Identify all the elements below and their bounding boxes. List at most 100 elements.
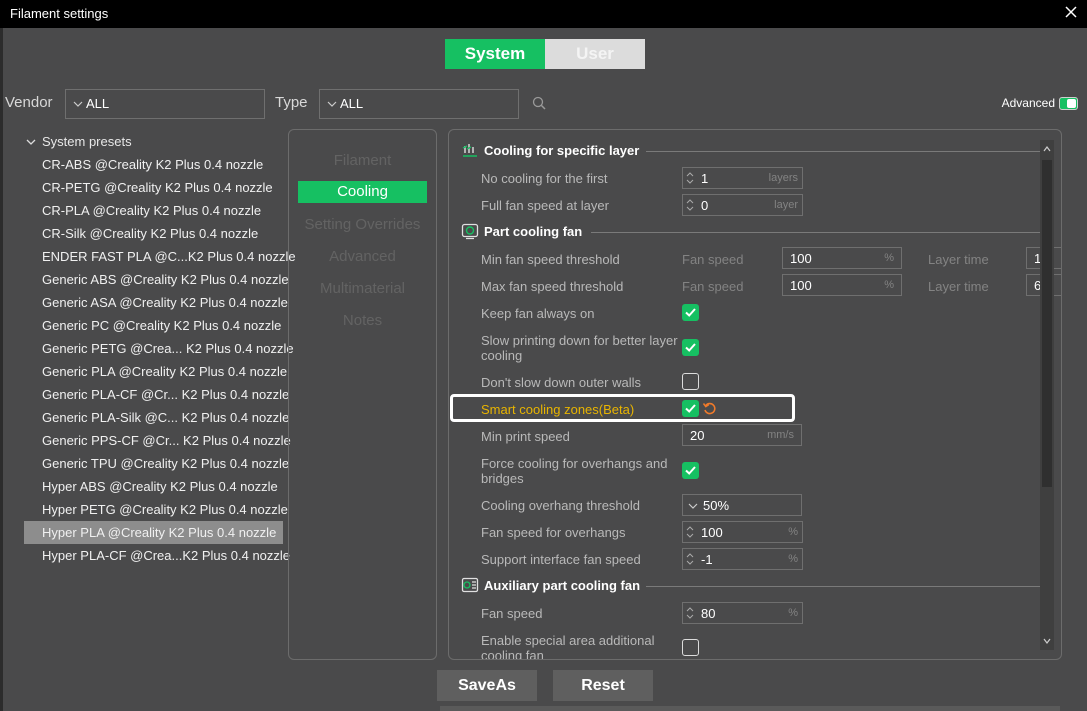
preset-item[interactable]: CR-Silk @Creality K2 Plus 0.4 nozzle (24, 222, 283, 245)
section-divider (646, 151, 1041, 152)
preset-item[interactable]: Generic ABS @Creality K2 Plus 0.4 nozzle (24, 268, 289, 291)
min-print-speed-input[interactable]: 20 mm/s (682, 424, 802, 446)
aux-fan-speed-label: Fan speed (481, 606, 543, 621)
special-area-checkbox[interactable] (682, 639, 699, 656)
keep-fan-checkbox[interactable] (682, 304, 699, 321)
min-fan-speed-sublabel: Fan speed (682, 252, 744, 267)
settings-scrollbar[interactable] (1040, 140, 1054, 650)
tab-advanced[interactable]: Advanced (289, 248, 436, 265)
advanced-label: Advanced (1001, 96, 1055, 110)
support-fan-input[interactable]: -1 % (682, 548, 803, 570)
user-mode-button[interactable]: User (545, 39, 645, 69)
min-print-speed-unit: mm/s (767, 429, 794, 441)
overhang-threshold-combo[interactable]: 50% (682, 494, 802, 516)
presets-root-label: System presets (42, 134, 132, 149)
min-print-speed-value: 20 (690, 428, 705, 443)
spinner-arrows-icon[interactable] (686, 198, 694, 212)
overhang-threshold-label: Cooling overhang threshold (481, 498, 640, 513)
section-divider (646, 586, 1041, 587)
max-fan-speed-sublabel: Fan speed (682, 279, 744, 294)
reset-button[interactable]: Reset (553, 670, 653, 701)
tab-setting-overrides[interactable]: Setting Overrides (289, 216, 436, 233)
check-icon (685, 343, 696, 352)
close-icon[interactable] (1063, 4, 1079, 20)
vendor-label: Vendor (5, 94, 53, 111)
keep-fan-label: Keep fan always on (481, 306, 595, 321)
type-combo[interactable]: ALL (319, 89, 519, 119)
settings-tabs: Filament Cooling Setting Overrides Advan… (288, 129, 437, 660)
type-label: Type (275, 94, 308, 111)
spinner-arrows-icon[interactable] (686, 552, 694, 566)
preset-item[interactable]: Generic ASA @Creality K2 Plus 0.4 nozzle (24, 291, 288, 314)
tab-multimaterial[interactable]: Multimaterial (289, 280, 436, 297)
overhang-threshold-value: 50% (703, 498, 730, 513)
section-divider (591, 232, 1041, 233)
force-cooling-label: Force cooling for overhangs and bridges (481, 456, 668, 486)
no-cooling-label: No cooling for the first (481, 171, 608, 186)
section-title: Part cooling fan (484, 224, 583, 239)
preset-item[interactable]: CR-PETG @Creality K2 Plus 0.4 nozzle (24, 176, 283, 199)
check-icon (685, 308, 696, 317)
preset-item[interactable]: Hyper PETG @Creality K2 Plus 0.4 nozzle (24, 498, 288, 521)
no-cooling-value: 1 (701, 171, 709, 186)
preset-item[interactable]: Generic PC @Creality K2 Plus 0.4 nozzle (24, 314, 283, 337)
scrollbar-thumb[interactable] (1042, 160, 1052, 487)
overhang-fan-input[interactable]: 100 % (682, 521, 803, 543)
min-fan-speed-input[interactable]: 100 % (782, 247, 902, 269)
preset-item[interactable]: Generic PETG @Crea... K2 Plus 0.4 nozzle (24, 337, 294, 360)
support-fan-value: -1 (701, 552, 713, 567)
no-cooling-unit: layers (768, 172, 798, 184)
full-fan-label: Full fan speed at layer (481, 198, 609, 213)
max-layer-time-sublabel: Layer time (928, 279, 989, 294)
preset-item[interactable]: Generic PPS-CF @Cr... K2 Plus 0.4 nozzle (24, 429, 291, 452)
aux-fan-speed-input[interactable]: 80 % (682, 602, 803, 624)
presets-root[interactable]: System presets (24, 133, 284, 153)
no-cooling-input[interactable]: 1 layers (682, 167, 803, 189)
mode-switch: System User (445, 39, 645, 69)
preset-item[interactable]: ENDER FAST PLA @C...K2 Plus 0.4 nozzle (24, 245, 296, 268)
percent-unit: % (788, 553, 798, 565)
tab-cooling[interactable]: Cooling (298, 181, 427, 203)
system-mode-button[interactable]: System (445, 39, 545, 69)
scroll-down-icon[interactable] (1043, 637, 1051, 645)
vendor-combo[interactable]: ALL (65, 89, 265, 119)
preset-item[interactable]: Generic PLA @Creality K2 Plus 0.4 nozzle (24, 360, 287, 383)
fan-icon (461, 223, 479, 240)
spinner-arrows-icon[interactable] (686, 525, 694, 539)
search-icon[interactable] (532, 96, 547, 111)
preset-item[interactable]: Generic PLA-CF @Cr... K2 Plus 0.4 nozzle (24, 383, 289, 406)
expand-arrow-icon[interactable] (26, 137, 36, 147)
slow-down-label: Slow printing down for better layer cool… (481, 333, 678, 363)
preset-item[interactable]: Hyper ABS @Creality K2 Plus 0.4 nozzle (24, 475, 283, 498)
slow-down-checkbox[interactable] (682, 339, 699, 356)
full-fan-value: 0 (701, 198, 709, 213)
spinner-arrows-icon[interactable] (686, 606, 694, 620)
tab-filament[interactable]: Filament (289, 152, 436, 169)
percent-unit: % (788, 607, 798, 619)
chevron-down-icon (327, 101, 337, 107)
dont-slow-checkbox[interactable] (682, 373, 699, 390)
title-bar: Filament settings (0, 0, 1087, 28)
aux-fan-speed-value: 80 (701, 606, 716, 621)
preset-item[interactable]: Hyper PLA @Creality K2 Plus 0.4 nozzle (24, 521, 283, 544)
presets-tree: System presets CR-ABS @Creality K2 Plus … (24, 133, 296, 567)
advanced-toggle[interactable] (1059, 97, 1078, 110)
dont-slow-label: Don't slow down outer walls (481, 375, 641, 390)
section-title: Auxiliary part cooling fan (484, 578, 641, 593)
save-as-button[interactable]: SaveAs (437, 670, 537, 701)
min-print-speed-label: Min print speed (481, 429, 570, 444)
max-fan-speed-input[interactable]: 100 % (782, 274, 902, 296)
preset-item[interactable]: CR-ABS @Creality K2 Plus 0.4 nozzle (24, 153, 283, 176)
preset-item[interactable]: Hyper PLA-CF @Crea...K2 Plus 0.4 nozzle (24, 544, 290, 567)
scroll-up-icon[interactable] (1043, 145, 1051, 153)
tab-notes[interactable]: Notes (289, 312, 436, 329)
type-value: ALL (340, 96, 364, 111)
window-left-edge (0, 28, 3, 711)
preset-item[interactable]: Generic PLA-Silk @C... K2 Plus 0.4 nozzl… (24, 406, 289, 429)
full-fan-input[interactable]: 0 layer (682, 194, 803, 216)
force-cooling-checkbox[interactable] (682, 462, 699, 479)
preset-item[interactable]: Generic TPU @Creality K2 Plus 0.4 nozzle (24, 452, 289, 475)
layer-cooling-icon (462, 144, 477, 157)
spinner-arrows-icon[interactable] (686, 171, 694, 185)
preset-item[interactable]: CR-PLA @Creality K2 Plus 0.4 nozzle (24, 199, 283, 222)
